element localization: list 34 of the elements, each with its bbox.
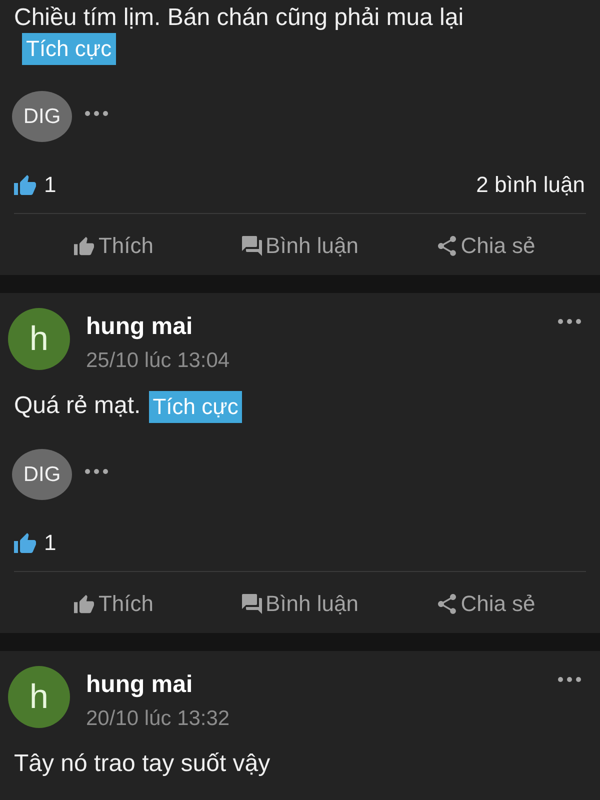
- avatar[interactable]: h: [8, 308, 70, 370]
- comment-button[interactable]: Bình luận: [240, 584, 360, 624]
- more-icon[interactable]: [85, 111, 108, 116]
- thumbs-up-icon: [74, 594, 94, 614]
- thumbs-up-icon: [14, 533, 36, 553]
- author-name[interactable]: hung mai: [86, 670, 193, 700]
- comment-count[interactable]: 2 bình luận: [476, 172, 585, 198]
- more-icon[interactable]: [558, 677, 581, 682]
- share-icon: [436, 594, 457, 614]
- share-button[interactable]: Chia sẻ: [434, 226, 538, 266]
- author-name[interactable]: hung mai: [86, 312, 193, 342]
- sentiment-tag: Tích cực: [148, 391, 242, 423]
- post-text: Tây nó trao tay suốt vậy: [14, 750, 270, 777]
- avatar[interactable]: h: [8, 666, 70, 728]
- comment-button[interactable]: Bình luận: [240, 226, 360, 266]
- initials-avatar[interactable]: DIG: [12, 449, 72, 500]
- like-count: 1: [44, 172, 56, 198]
- like-button[interactable]: Thích: [72, 584, 156, 624]
- share-button[interactable]: Chia sẻ: [434, 584, 538, 624]
- speech-bubbles-icon: [242, 594, 262, 614]
- initials-avatar[interactable]: DIG: [12, 91, 72, 142]
- post-time: 25/10 lúc 13:04: [86, 348, 230, 374]
- like-count: 1: [44, 530, 56, 556]
- post-text: Quá rẻ mạt.: [14, 392, 141, 419]
- more-icon[interactable]: [85, 469, 108, 474]
- speech-bubbles-icon: [242, 236, 262, 256]
- share-icon: [436, 236, 457, 256]
- post-time: 20/10 lúc 13:32: [86, 706, 230, 732]
- like-button[interactable]: Thích: [72, 226, 156, 266]
- thumbs-up-icon: [14, 175, 36, 195]
- thumbs-up-icon: [74, 236, 94, 256]
- sentiment-tag: Tích cực: [22, 33, 116, 65]
- more-icon[interactable]: [558, 319, 581, 324]
- post-text: Chiều tím lịm. Bán chán cũng phải mua lại: [14, 4, 464, 31]
